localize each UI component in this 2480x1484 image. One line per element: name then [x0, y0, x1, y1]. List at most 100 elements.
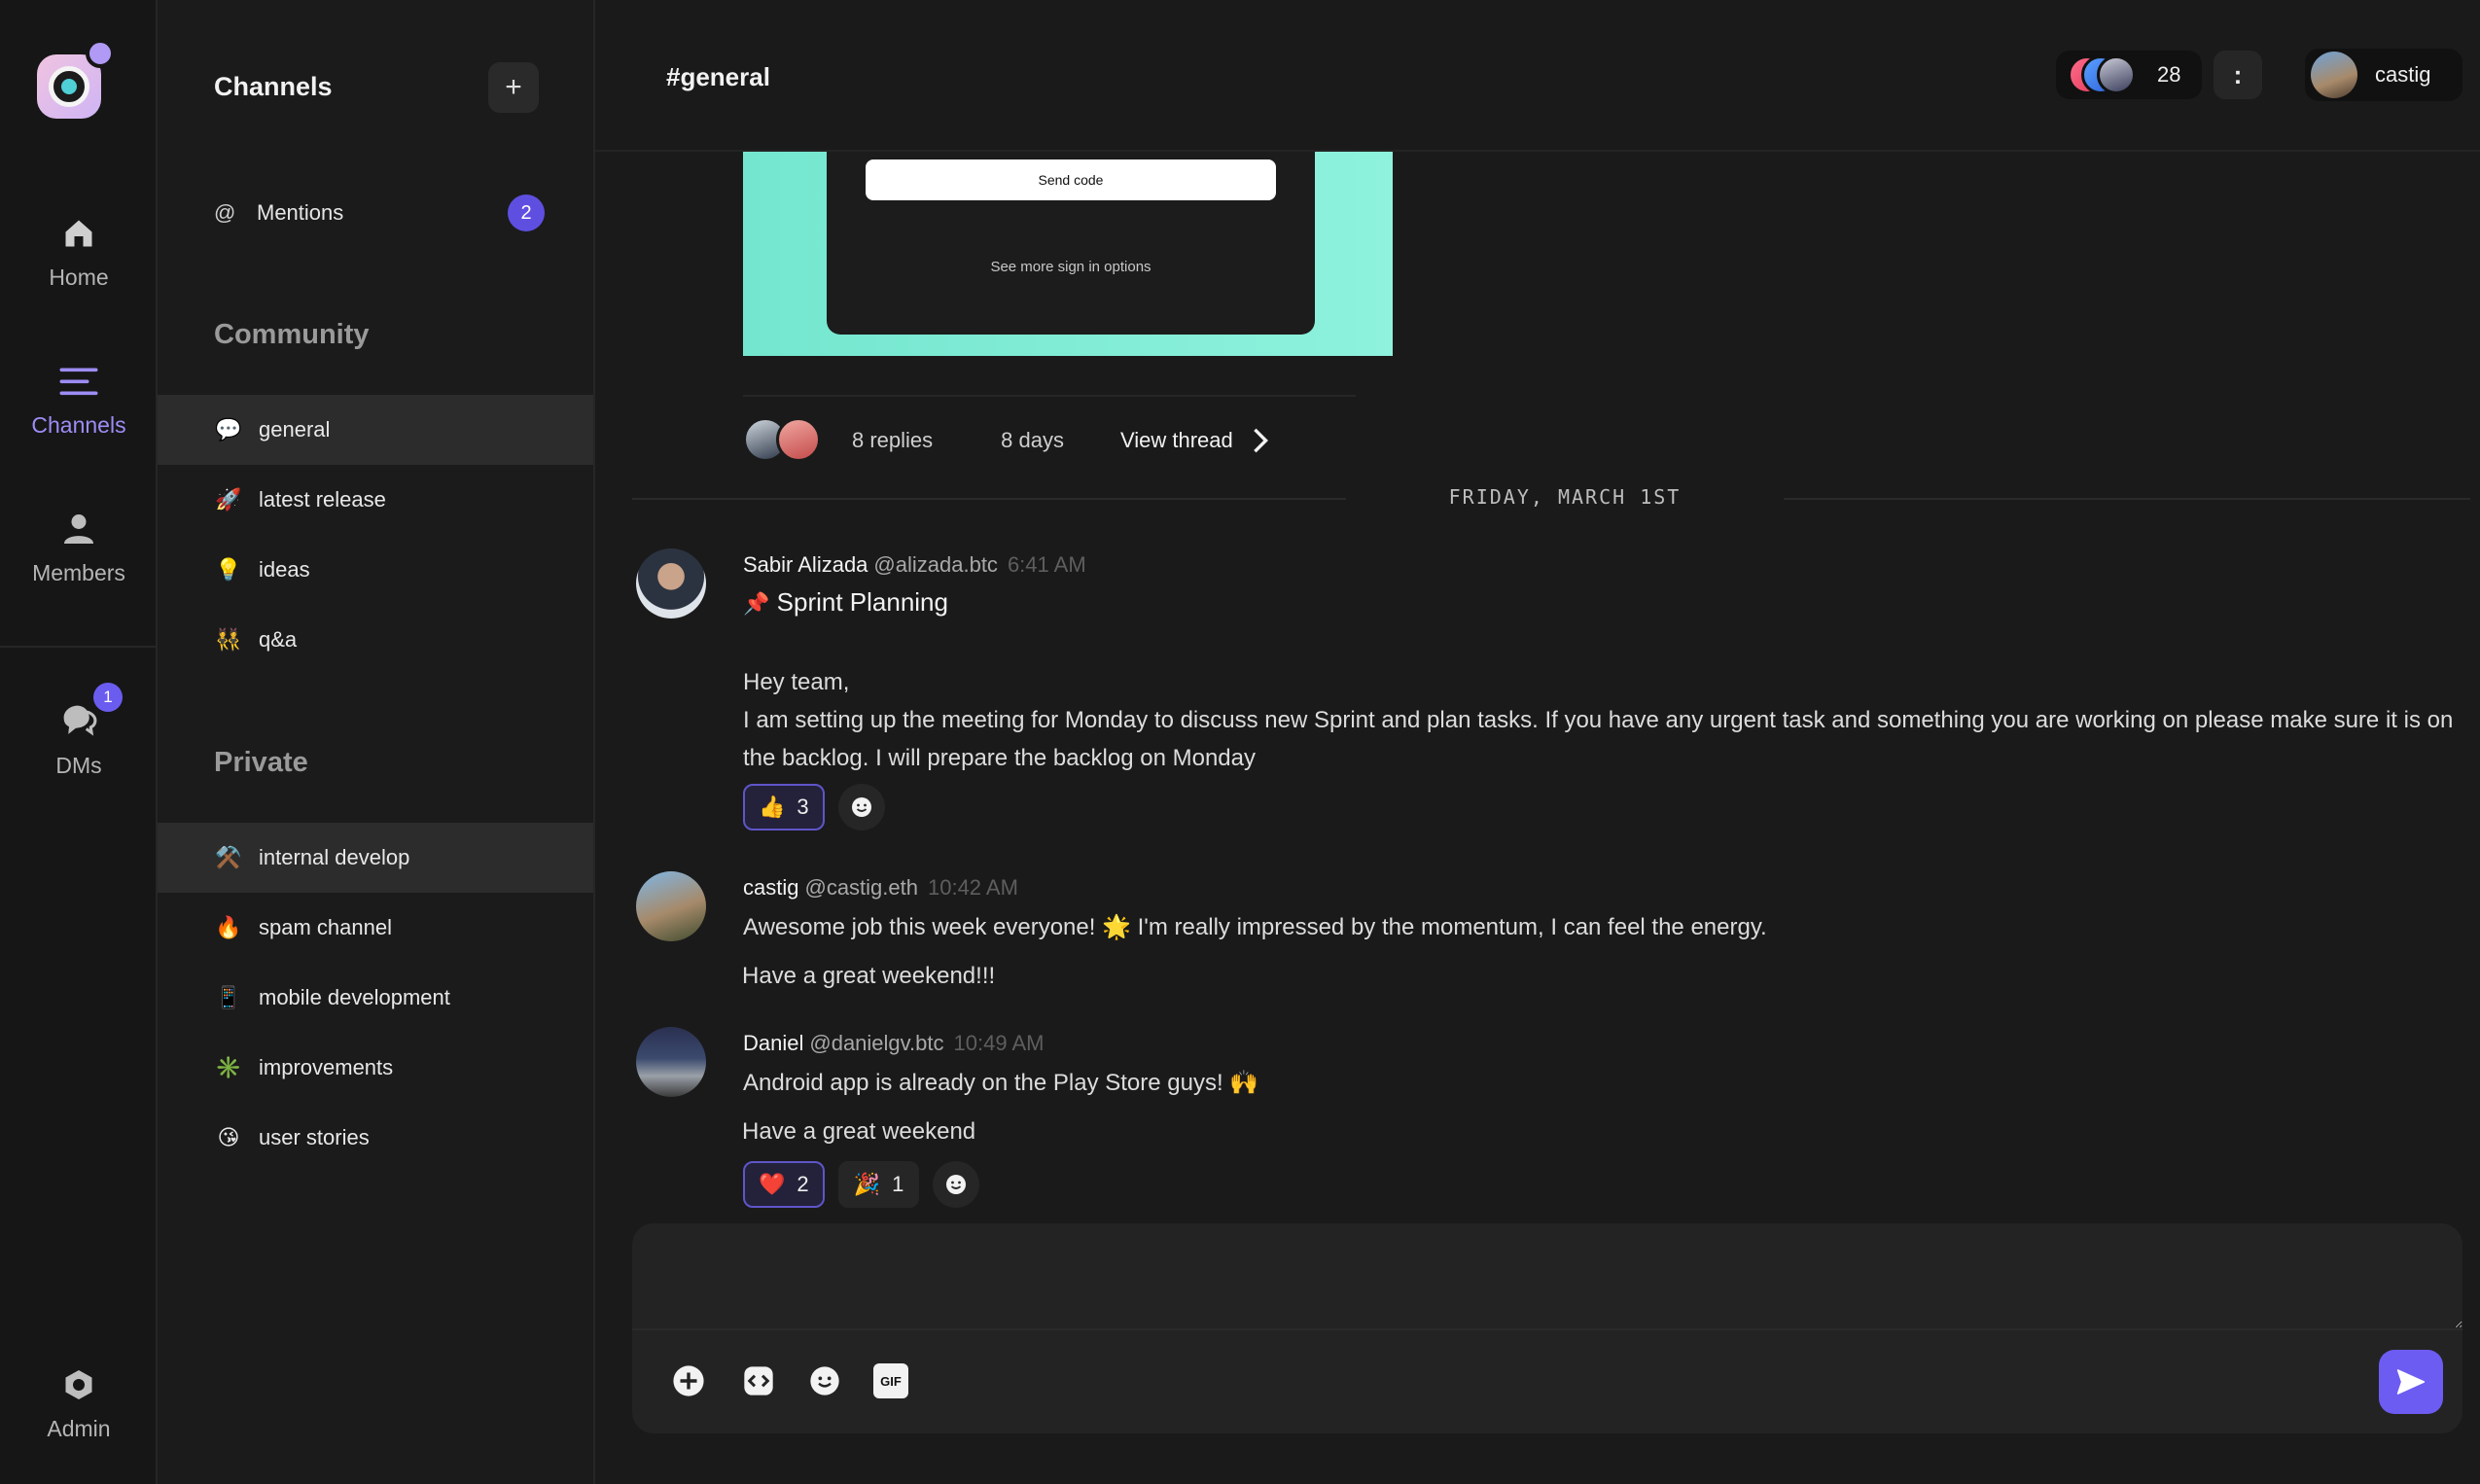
channel-name: latest release	[259, 487, 386, 512]
more-options-button[interactable]: :	[2214, 51, 2262, 99]
message-text: Hey team,	[743, 669, 850, 695]
add-reaction-button[interactable]	[837, 784, 885, 830]
reaction-party[interactable]: 🎉 1	[837, 1161, 920, 1208]
rail-item-admin[interactable]: Admin	[0, 1367, 158, 1442]
channel-members-button[interactable]: 28	[2056, 51, 2202, 99]
member-count: 28	[2157, 62, 2181, 87]
user-menu-button[interactable]: castig	[2305, 49, 2462, 101]
reaction-bar: ❤️ 2 🎉 1	[743, 1161, 980, 1208]
message-title-text: Sprint Planning	[776, 587, 948, 617]
admin-icon	[65, 1370, 92, 1399]
rail-item-label: Admin	[47, 1416, 111, 1441]
channel-name: internal develop	[259, 845, 410, 869]
date-divider: FRIDAY, MARCH 1ST	[632, 485, 2470, 509]
speech-bubble-icon: 💬	[215, 417, 242, 442]
rail-item-label: Home	[49, 265, 109, 290]
party-popper-icon: 🎉	[853, 1172, 881, 1196]
message-time: 10:49 AM	[953, 1031, 1045, 1055]
section-title-community: Community	[214, 319, 370, 350]
message-text: Have a great weekend!!!	[742, 963, 996, 989]
channel-name: spam channel	[259, 915, 392, 939]
message-composer: GIF	[632, 1223, 2462, 1433]
send-button[interactable]	[2379, 1350, 2443, 1414]
rail-item-label: Members	[32, 560, 125, 585]
message-header: Daniel @danielgv.btc 10:49 AM	[743, 1031, 1044, 1056]
message-image-attachment[interactable]: Send code See more sign in options	[743, 152, 1393, 356]
attachment-more-options-text: See more sign in options	[990, 259, 1151, 275]
thread-summary[interactable]: 8 replies 8 days View thread	[743, 395, 1356, 467]
home-icon	[65, 220, 92, 247]
channel-item-ideas[interactable]: 💡 ideas	[158, 535, 593, 605]
pushpin-icon: 📌	[743, 591, 770, 616]
rail-item-channels[interactable]: Channels	[0, 364, 158, 439]
message-author[interactable]: castig	[743, 875, 798, 900]
channel-item-improvements[interactable]: ✳️ improvements	[158, 1033, 593, 1103]
reaction-count: 2	[797, 1172, 809, 1196]
channel-name: user stories	[259, 1125, 370, 1149]
attachment-send-code-button: Send code	[866, 159, 1276, 200]
channel-item-internal-develop[interactable]: ⚒️ internal develop	[158, 823, 593, 893]
phone-icon: 📱	[215, 985, 242, 1009]
rail-item-dms[interactable]: DMs	[0, 702, 158, 779]
reaction-count: 3	[797, 795, 809, 819]
avatar	[2311, 52, 2357, 98]
sparkle-icon: ✳️	[215, 1055, 242, 1079]
avatar	[2097, 55, 2136, 94]
message-author[interactable]: Sabir Alizada	[743, 552, 868, 577]
channel-item-latest-release[interactable]: 🚀 latest release	[158, 465, 593, 535]
message-text: Awesome job this week everyone! 🌟 I'm re…	[743, 914, 1767, 940]
app-rail: Home Channels Members DMs 1 Admin	[0, 0, 158, 1484]
channel-sidebar: Channels + @ Mentions 2 Community 💬 gene…	[158, 0, 595, 1484]
mentions-label: Mentions	[257, 200, 344, 225]
rail-item-members[interactable]: Members	[0, 512, 158, 586]
thread-age: 8 days	[1001, 428, 1064, 452]
thread-participants	[743, 417, 825, 464]
thread-replies-count: 8 replies	[852, 428, 934, 452]
hammer-pick-icon: ⚒️	[215, 845, 242, 869]
status-dot	[86, 39, 115, 68]
reaction-heart[interactable]: ❤️ 2	[743, 1161, 825, 1208]
add-channel-button[interactable]: +	[488, 62, 539, 113]
avatar[interactable]	[636, 871, 706, 941]
channel-item-mobile-development[interactable]: 📱 mobile development	[158, 963, 593, 1033]
channel-item-general[interactable]: 💬 general	[158, 395, 593, 465]
message-header: Sabir Alizada @alizada.btc 6:41 AM	[743, 552, 1086, 578]
rail-item-label: Channels	[31, 412, 126, 438]
add-reaction-button[interactable]	[933, 1161, 980, 1208]
rocket-icon: 🚀	[215, 487, 242, 512]
dms-icon	[63, 705, 97, 736]
channels-icon	[59, 368, 98, 396]
message-handle: @castig.eth	[804, 875, 918, 900]
attach-button[interactable]	[671, 1363, 706, 1398]
reaction-bar: 👍 3	[743, 784, 885, 830]
channel-header: #general 28 : castig	[595, 0, 2480, 152]
thumbs-up-icon: 👍	[759, 795, 786, 819]
channel-item-spam-channel[interactable]: 🔥 spam channel	[158, 893, 593, 963]
channel-name: q&a	[259, 627, 298, 652]
channel-item-qa[interactable]: 👯 q&a	[158, 605, 593, 675]
reaction-thumbs-up[interactable]: 👍 3	[743, 784, 825, 830]
member-avatars	[2068, 55, 2145, 94]
reaction-count: 1	[892, 1172, 904, 1196]
code-block-button[interactable]	[741, 1363, 776, 1398]
gif-button[interactable]: GIF	[873, 1363, 908, 1398]
sidebar-item-mentions[interactable]: @ Mentions 2	[214, 194, 545, 231]
people-icon: 👯	[215, 627, 242, 652]
view-thread-link[interactable]: View thread	[1120, 428, 1233, 453]
avatar[interactable]	[636, 1027, 706, 1097]
avatar[interactable]	[636, 548, 706, 618]
channel-item-user-stories[interactable]: 😘 user stories	[158, 1103, 593, 1173]
chat-main: Send code See more sign in options 8 rep…	[595, 0, 2480, 1484]
at-icon: @	[214, 200, 236, 225]
smiley-icon	[946, 1175, 967, 1194]
dms-unread-badge: 1	[93, 683, 123, 712]
rail-item-home[interactable]: Home	[0, 216, 158, 291]
members-icon	[64, 514, 93, 544]
emoji-button[interactable]	[807, 1363, 842, 1398]
send-icon	[2396, 1369, 2426, 1395]
message-author[interactable]: Daniel	[743, 1031, 803, 1055]
channel-name: ideas	[259, 557, 310, 582]
message-input[interactable]	[632, 1223, 2462, 1328]
channel-name: mobile development	[259, 985, 450, 1009]
avatar	[776, 417, 821, 462]
